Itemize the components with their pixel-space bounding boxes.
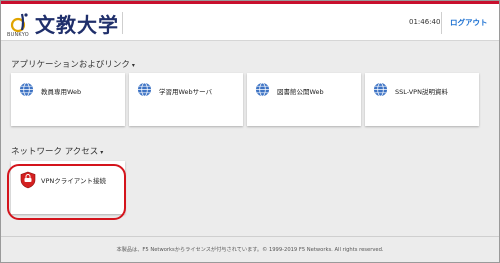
globe-icon [137, 82, 152, 97]
header-divider [122, 12, 123, 34]
caret-down-icon: ▾ [131, 62, 135, 69]
app-card-label: 教員専用Web [41, 88, 82, 96]
app-card-label: 図書館公開Web [277, 88, 324, 96]
header-divider-right [441, 12, 442, 34]
apps-section-label: アプリケーションおよびリンク [11, 60, 130, 70]
app-card-library-web[interactable]: 図書館公開Web [247, 73, 361, 126]
network-section-title[interactable]: ネットワーク アクセス ▾ [11, 145, 103, 157]
vpn-highlight-outline [7, 164, 126, 220]
app-card-faculty-web[interactable]: 教員専用Web [11, 73, 125, 126]
caret-down-icon: ▾ [100, 149, 104, 156]
app-card-label: SSL-VPN説明資料 [395, 88, 448, 96]
app-card-label: 学習用Webサーバ [159, 88, 213, 96]
globe-icon [373, 82, 388, 97]
app-card-ssl-vpn-docs[interactable]: SSL-VPN説明資料 [365, 73, 479, 126]
network-section-label: ネットワーク アクセス [11, 147, 99, 157]
university-logo-icon [10, 13, 28, 33]
logout-link[interactable]: ログアウト [450, 17, 488, 28]
session-clock: 01:46:40 [409, 18, 441, 26]
header-bar: BUNKYO 文教大学 01:46:40 ログアウト [1, 4, 499, 41]
logo-text: 文教大学 [35, 13, 119, 37]
footer-divider [1, 236, 499, 237]
logo-subtext: BUNKYO [7, 32, 29, 38]
apps-section-title[interactable]: アプリケーションおよびリンク ▾ [11, 58, 135, 70]
globe-icon [255, 82, 270, 97]
footer-copyright: 本製品は、F5 Networksからライセンスが付与されています。© 1999-… [116, 247, 384, 253]
globe-icon [19, 82, 34, 97]
app-card-learning-web[interactable]: 学習用Webサーバ [129, 73, 243, 126]
